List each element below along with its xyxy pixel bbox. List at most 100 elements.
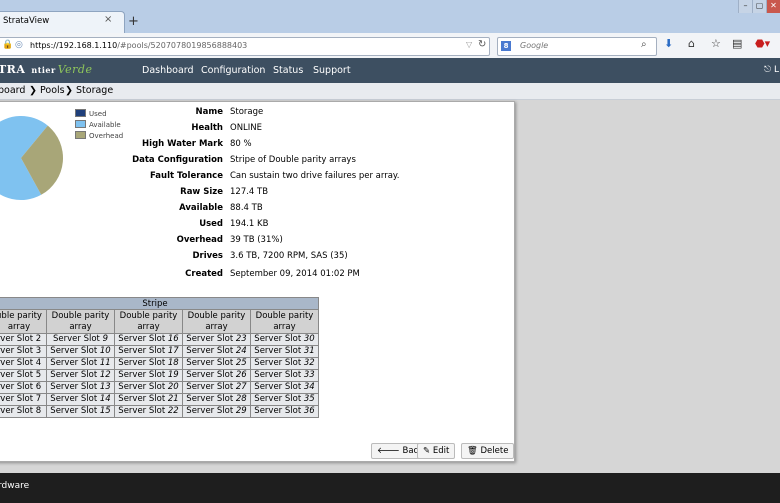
slot-prefix: Server Slot bbox=[254, 382, 302, 392]
stripe-slots: rver Slot 2 Server Slot 9 Server Slot 16 Se… bbox=[0, 333, 319, 418]
table-row: rver Slot 6 Server Slot 13 Server Slot 20 S… bbox=[0, 381, 319, 394]
slot-number: 28 bbox=[235, 394, 247, 404]
adblock-icon[interactable]: ⬣▾ bbox=[755, 37, 770, 50]
column-header-line: Double parity bbox=[119, 310, 178, 321]
table-row: rver Slot 7 Server Slot 14 Server Slot 21 S… bbox=[0, 393, 319, 406]
slot-prefix: Server Slot bbox=[186, 358, 234, 368]
slot-prefix: Server Slot bbox=[50, 382, 98, 392]
search-input[interactable]: Google bbox=[520, 41, 548, 50]
slot-cell: Server Slot 11 bbox=[46, 357, 115, 370]
property-label: Name bbox=[195, 107, 223, 117]
slot-cell: Server Slot 15 bbox=[46, 405, 115, 418]
slot-cell: Server Slot 36 bbox=[250, 405, 319, 418]
stripe-column-header: Double parity array bbox=[182, 309, 251, 334]
slot-number: 26 bbox=[235, 370, 247, 380]
search-bar[interactable]: 8 Google ⌕ bbox=[497, 37, 657, 56]
slot-number: 27 bbox=[235, 382, 247, 392]
slot-number: 8 bbox=[35, 406, 42, 416]
menu-dashboard[interactable]: Dashboard bbox=[142, 65, 194, 76]
slot-prefix: Server Slot bbox=[50, 370, 98, 380]
delete-button[interactable]: 🗑 Delete bbox=[461, 443, 515, 459]
slot-prefix: Server Slot bbox=[254, 334, 302, 344]
footer-hardware-link[interactable]: rdware bbox=[0, 481, 29, 491]
maximize-icon[interactable]: ▢ bbox=[752, 0, 766, 13]
stripe-column-header: Double parity array bbox=[250, 309, 319, 334]
slot-cell: Server Slot 20 bbox=[114, 381, 183, 394]
slot-prefix: Server Slot bbox=[254, 346, 302, 356]
user-menu[interactable]: ⎋ L bbox=[764, 65, 779, 75]
url-dropdown-icon[interactable]: ▽ bbox=[466, 40, 472, 49]
download-icon[interactable]: ⬇ bbox=[664, 37, 673, 50]
slot-cell: Server Slot 21 bbox=[114, 393, 183, 406]
edit-button[interactable]: ✎ Edit bbox=[417, 443, 456, 459]
slot-cell: Server Slot 10 bbox=[46, 345, 115, 358]
stripe-column-header: uble parity array bbox=[0, 309, 47, 334]
property-value: 39 TB (31%) bbox=[230, 235, 283, 245]
property-label: Health bbox=[191, 123, 223, 133]
browser-tab[interactable]: StrataView × bbox=[0, 11, 125, 34]
slot-prefix: Server Slot bbox=[186, 382, 234, 392]
property-label: Fault Tolerance bbox=[149, 171, 223, 181]
search-engine-icon[interactable]: 8 bbox=[501, 41, 511, 51]
bookmarks-list-icon[interactable]: ▤ bbox=[732, 37, 742, 50]
pencil-icon: ✎ bbox=[423, 446, 431, 456]
app-logo: TRA ntier Verde bbox=[0, 63, 93, 76]
url-text[interactable]: https://192.168.1.110/#pools/52070780198… bbox=[30, 41, 247, 50]
property-value: Stripe of Double parity arrays bbox=[230, 155, 356, 165]
slot-prefix: Server Slot bbox=[50, 358, 98, 368]
new-tab-button[interactable]: + bbox=[128, 14, 139, 29]
bookmark-star-icon[interactable]: ☆ bbox=[711, 37, 721, 50]
slot-number: 20 bbox=[167, 382, 179, 392]
tab-close-icon[interactable]: × bbox=[104, 14, 112, 25]
slot-prefix: Server Slot bbox=[118, 406, 166, 416]
slot-number: 2 bbox=[35, 334, 42, 344]
slot-prefix: Server Slot bbox=[50, 394, 98, 404]
minimize-icon[interactable]: – bbox=[738, 0, 752, 13]
slot-prefix: Server Slot bbox=[254, 358, 302, 368]
reload-icon[interactable]: ↻ bbox=[478, 39, 486, 50]
column-header-line: Double parity bbox=[255, 310, 314, 321]
window-close-icon[interactable]: ✕ bbox=[766, 0, 780, 13]
slot-prefix: Server Slot bbox=[118, 358, 166, 368]
stripe-column-header: Double parity array bbox=[114, 309, 183, 334]
trash-icon: 🗑 bbox=[467, 446, 478, 456]
stripe-title: Stripe bbox=[0, 297, 319, 310]
menu-support[interactable]: Support bbox=[313, 65, 351, 76]
search-icon[interactable]: ⌕ bbox=[641, 39, 647, 50]
app-header: TRA ntier Verde Dashboard Configuration St… bbox=[0, 58, 780, 83]
slot-cell: Server Slot 30 bbox=[250, 333, 319, 346]
menu-configuration[interactable]: Configuration bbox=[201, 65, 265, 76]
slot-number: 31 bbox=[303, 346, 315, 356]
slot-cell: rver Slot 4 bbox=[0, 357, 47, 370]
slot-number: 11 bbox=[99, 358, 111, 368]
slot-number: 13 bbox=[99, 382, 111, 392]
slot-number: 32 bbox=[303, 358, 315, 368]
lock-icon: 🔒 bbox=[2, 40, 14, 50]
slot-prefix: Server Slot bbox=[254, 370, 302, 380]
slot-prefix: Server Slot bbox=[118, 334, 166, 344]
stripe-table: Stripe uble parity array Double parity arra… bbox=[0, 297, 319, 418]
slot-prefix: Server Slot bbox=[118, 346, 166, 356]
slot-prefix: rver Slot bbox=[0, 370, 34, 380]
edit-label: Edit bbox=[432, 446, 450, 456]
column-header-line: array bbox=[137, 321, 160, 332]
slot-cell: Server Slot 14 bbox=[46, 393, 115, 406]
browser-navbar: 🔒 ◎ https://192.168.1.110/#pools/5207078… bbox=[0, 33, 780, 59]
home-icon[interactable]: ⌂ bbox=[688, 37, 695, 50]
slot-cell: Server Slot 28 bbox=[182, 393, 251, 406]
slot-number: 4 bbox=[35, 358, 42, 368]
breadcrumb-dashboard[interactable]: board bbox=[0, 85, 25, 96]
url-bar[interactable]: 🔒 ◎ https://192.168.1.110/#pools/5207078… bbox=[0, 37, 490, 56]
slot-number: 12 bbox=[99, 370, 111, 380]
table-row: rver Slot 2 Server Slot 9 Server Slot 16 Se… bbox=[0, 333, 319, 346]
site-identity-icon[interactable]: ◎ bbox=[15, 40, 23, 50]
stripe-column-headers: uble parity array Double parity array Double… bbox=[0, 309, 319, 334]
slot-cell: Server Slot 33 bbox=[250, 369, 319, 382]
menu-status[interactable]: Status bbox=[273, 65, 303, 76]
breadcrumb-pools[interactable]: Pools bbox=[40, 85, 65, 96]
breadcrumb-separator-icon: ❯ bbox=[65, 85, 73, 96]
browser-titlebar: StrataView × + – ▢ ✕ bbox=[0, 0, 780, 34]
column-header-line: uble parity bbox=[0, 310, 42, 321]
slot-number: 21 bbox=[167, 394, 179, 404]
slot-cell: rver Slot 6 bbox=[0, 381, 47, 394]
